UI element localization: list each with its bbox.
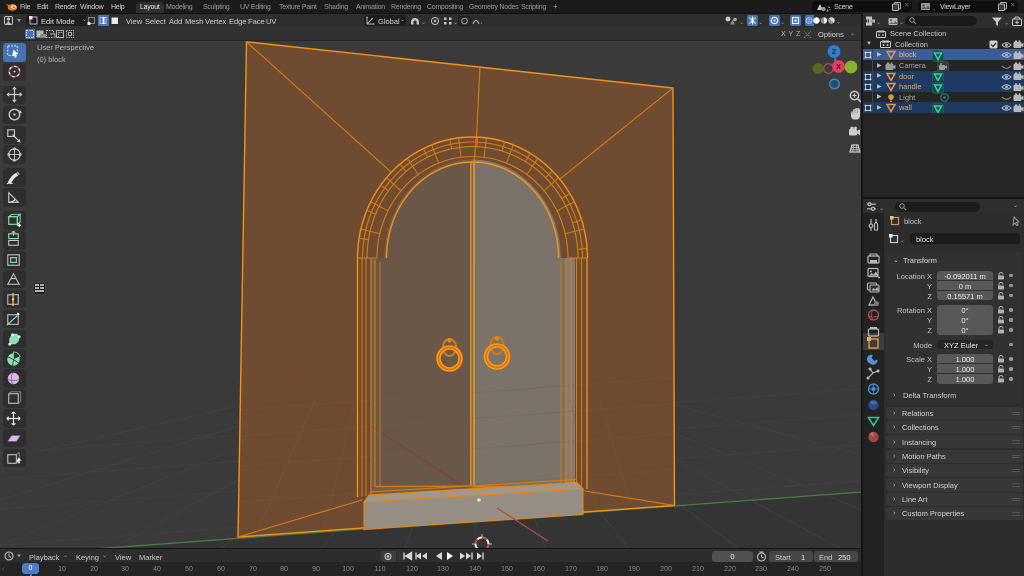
svg-text:⌄: ⌄ bbox=[421, 20, 426, 26]
svg-text:⌄: ⌄ bbox=[836, 20, 841, 26]
svg-text:⌄: ⌄ bbox=[739, 20, 744, 26]
svg-text:⌄: ⌄ bbox=[480, 20, 483, 26]
svg-text:⌄: ⌄ bbox=[780, 20, 785, 26]
svg-text:⌄: ⌄ bbox=[900, 238, 905, 244]
svg-text:⌄: ⌄ bbox=[899, 20, 904, 26]
svg-text:X: X bbox=[836, 64, 841, 71]
svg-text:⌄: ⌄ bbox=[932, 7, 936, 13]
svg-text:⌄: ⌄ bbox=[453, 20, 458, 26]
svg-text:⌄: ⌄ bbox=[758, 20, 763, 26]
svg-text:⌄: ⌄ bbox=[828, 7, 832, 13]
svg-text:Z: Z bbox=[832, 49, 837, 56]
svg-text:⌄: ⌄ bbox=[876, 20, 881, 26]
svg-text:⌄: ⌄ bbox=[879, 206, 884, 211]
svg-text:⌄: ⌄ bbox=[1004, 20, 1009, 26]
